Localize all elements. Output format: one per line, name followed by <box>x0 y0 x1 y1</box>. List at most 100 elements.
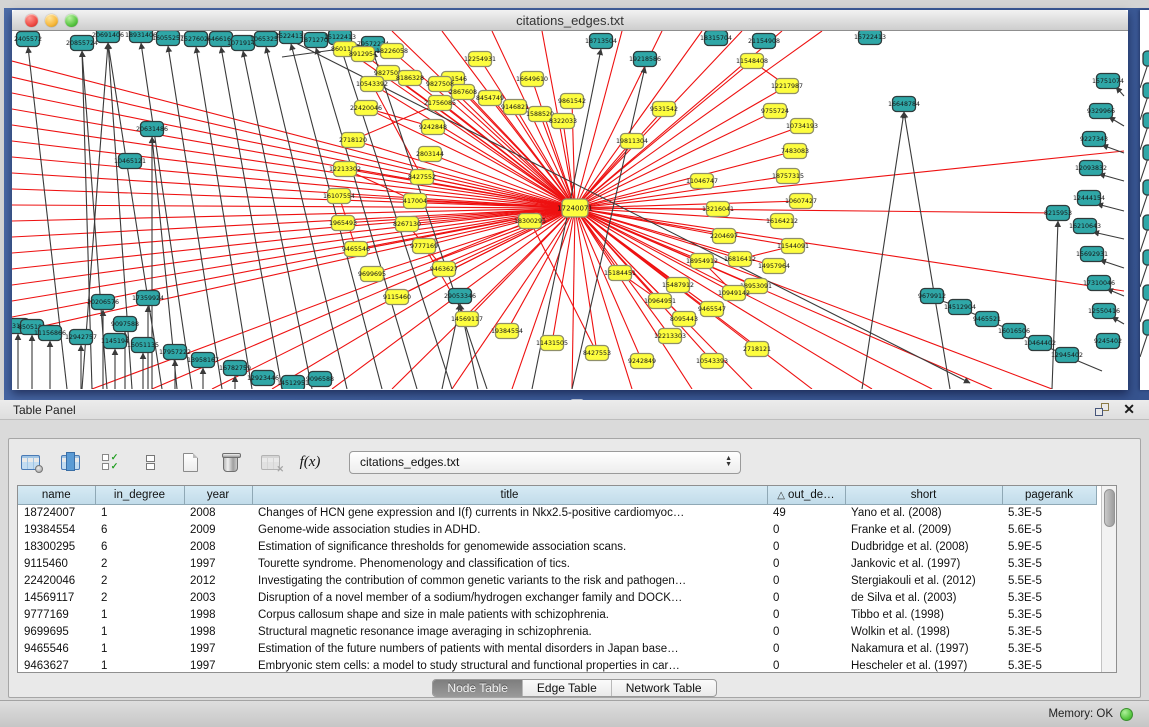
table-cell[interactable]: 49 <box>767 504 845 521</box>
table-cell[interactable]: Dudbridge et al. (2008) <box>845 538 1002 555</box>
table-cell[interactable]: 5.3E-5 <box>1002 555 1096 572</box>
column-header-short[interactable]: short <box>845 486 1002 504</box>
network-node[interactable] <box>1143 285 1149 300</box>
table-cell[interactable]: 2008 <box>184 504 252 521</box>
table-cell[interactable]: 5.3E-5 <box>1002 606 1096 623</box>
table-cell[interactable]: Jankovic et al. (1997) <box>845 555 1002 572</box>
column-header-title[interactable]: title <box>252 486 767 504</box>
tab-edge-table[interactable]: Edge Table <box>522 680 611 696</box>
column-header-out_de[interactable]: △out_de… <box>767 486 845 504</box>
network-node[interactable] <box>1143 51 1149 66</box>
column-header-in_degree[interactable]: in_degree <box>95 486 184 504</box>
table-cell[interactable]: 9115460 <box>18 555 95 572</box>
table-row[interactable]: 1830029562008Estimation of significance … <box>18 538 1096 555</box>
table-cell[interactable]: 5.3E-5 <box>1002 623 1096 640</box>
network-node[interactable] <box>1143 83 1149 98</box>
row-options-button[interactable] <box>135 449 165 475</box>
table-cell[interactable]: 6 <box>95 521 184 538</box>
table-row[interactable]: 911546021997Tourette syndrome. Phenomeno… <box>18 555 1096 572</box>
table-cell[interactable]: Tourette syndrome. Phenomenology and cla… <box>252 555 767 572</box>
table-cell[interactable]: Estimation of significance thresholds fo… <box>252 538 767 555</box>
table-cell[interactable]: 0 <box>767 623 845 640</box>
scrollbar-thumb[interactable] <box>1104 489 1115 527</box>
network-node[interactable] <box>1143 113 1149 128</box>
table-row[interactable]: 1872400712008Changes of HCN gene express… <box>18 504 1096 521</box>
table-cell[interactable]: 5.3E-5 <box>1002 657 1096 673</box>
network-node[interactable] <box>1143 250 1149 265</box>
table-cell[interactable]: Yano et al. (2008) <box>845 504 1002 521</box>
table-cell[interactable]: Structural magnetic resonance image aver… <box>252 623 767 640</box>
table-cell[interactable]: 0 <box>767 555 845 572</box>
column-header-name[interactable]: name <box>18 486 95 504</box>
table-cell[interactable]: 9777169 <box>18 606 95 623</box>
network-canvas[interactable]: 2405572208557242069140618931406160552571… <box>12 31 1126 389</box>
table-cell[interactable]: 2008 <box>184 538 252 555</box>
vertical-scrollbar[interactable] <box>1101 486 1116 673</box>
table-cell[interactable]: Franke et al. (2009) <box>845 521 1002 538</box>
table-cell[interactable]: Genome-wide association studies in ADHD. <box>252 521 767 538</box>
table-cell[interactable]: Hescheler et al. (1997) <box>845 657 1002 673</box>
table-cell[interactable]: 5.9E-5 <box>1002 538 1096 555</box>
table-cell[interactable]: 1997 <box>184 640 252 657</box>
table-cell[interactable]: 18300295 <box>18 538 95 555</box>
network-node[interactable] <box>1143 215 1149 230</box>
float-panel-icon[interactable] <box>1095 403 1109 416</box>
table-cell[interactable]: 5.3E-5 <box>1002 589 1096 606</box>
table-cell[interactable]: 2003 <box>184 589 252 606</box>
table-cell[interactable]: 0 <box>767 521 845 538</box>
table-cell[interactable]: 1998 <box>184 623 252 640</box>
table-cell[interactable]: 5.5E-5 <box>1002 572 1096 589</box>
table-cell[interactable]: Estimation of the future numbers of pati… <box>252 640 767 657</box>
column-header-year[interactable]: year <box>184 486 252 504</box>
table-cell[interactable]: Disruption of a novel member of a sodium… <box>252 589 767 606</box>
tab-node-table[interactable]: Node Table <box>433 680 522 696</box>
table-cell[interactable]: 2012 <box>184 572 252 589</box>
table-row[interactable]: 946362711997Embryonic stem cells: a mode… <box>18 657 1096 673</box>
select-columns-button[interactable]: ✓ ✓ <box>95 449 125 475</box>
table-cell[interactable]: 0 <box>767 538 845 555</box>
table-cell[interactable]: 1998 <box>184 606 252 623</box>
table-cell[interactable]: Investigating the contribution of common… <box>252 572 767 589</box>
table-cell[interactable]: 0 <box>767 606 845 623</box>
table-cell[interactable]: 2 <box>95 589 184 606</box>
tab-network-table[interactable]: Network Table <box>611 680 716 696</box>
close-panel-icon[interactable]: ✕ <box>1123 401 1135 418</box>
network-node[interactable] <box>1143 180 1149 195</box>
table-row[interactable]: 969969511998Structural magnetic resonanc… <box>18 623 1096 640</box>
table-cell[interactable]: 1997 <box>184 555 252 572</box>
network-window-titlebar[interactable]: citations_edges.txt <box>12 10 1128 31</box>
table-cell[interactable]: Wolkin et al. (1998) <box>845 623 1002 640</box>
table-cell[interactable]: 2 <box>95 555 184 572</box>
table-row[interactable]: 2242004622012Investigating the contribut… <box>18 572 1096 589</box>
table-cell[interactable]: 2 <box>95 572 184 589</box>
table-row[interactable]: 1938455462009Genome-wide association stu… <box>18 521 1096 538</box>
table-cell[interactable]: 1 <box>95 623 184 640</box>
table-cell[interactable]: 5.3E-5 <box>1002 504 1096 521</box>
table-cell[interactable]: 9465546 <box>18 640 95 657</box>
table-cell[interactable]: Embryonic stem cells: a model to study s… <box>252 657 767 673</box>
table-cell[interactable]: 1 <box>95 657 184 673</box>
table-cell[interactable]: 9463627 <box>18 657 95 673</box>
table-cell[interactable]: 2009 <box>184 521 252 538</box>
table-row[interactable]: 1456911722003Disruption of a novel membe… <box>18 589 1096 606</box>
table-cell[interactable]: Changes of HCN gene expression and I(f) … <box>252 504 767 521</box>
table-cell[interactable]: 5.6E-5 <box>1002 521 1096 538</box>
table-cell[interactable]: 0 <box>767 572 845 589</box>
show-columns-button[interactable] <box>55 449 85 475</box>
table-cell[interactable]: Tibbo et al. (1998) <box>845 606 1002 623</box>
table-source-select[interactable]: citations_edges.txt ▲▼ <box>349 451 741 474</box>
table-cell[interactable]: 1997 <box>184 657 252 673</box>
table-cell[interactable]: 5.3E-5 <box>1002 640 1096 657</box>
table-cell[interactable]: 0 <box>767 640 845 657</box>
network-node[interactable] <box>1143 320 1149 335</box>
table-row[interactable]: 977716911998Corpus callosum shape and si… <box>18 606 1096 623</box>
delete-column-button[interactable] <box>215 449 245 475</box>
table-cell[interactable]: 18724007 <box>18 504 95 521</box>
table-cell[interactable]: 9699695 <box>18 623 95 640</box>
table-cell[interactable]: 1 <box>95 606 184 623</box>
table-cell[interactable]: 1 <box>95 640 184 657</box>
table-cell[interactable]: 14569117 <box>18 589 95 606</box>
table-row[interactable]: 946554611997Estimation of the future num… <box>18 640 1096 657</box>
table-mode-button[interactable] <box>15 449 45 475</box>
table-cell[interactable]: 22420046 <box>18 572 95 589</box>
